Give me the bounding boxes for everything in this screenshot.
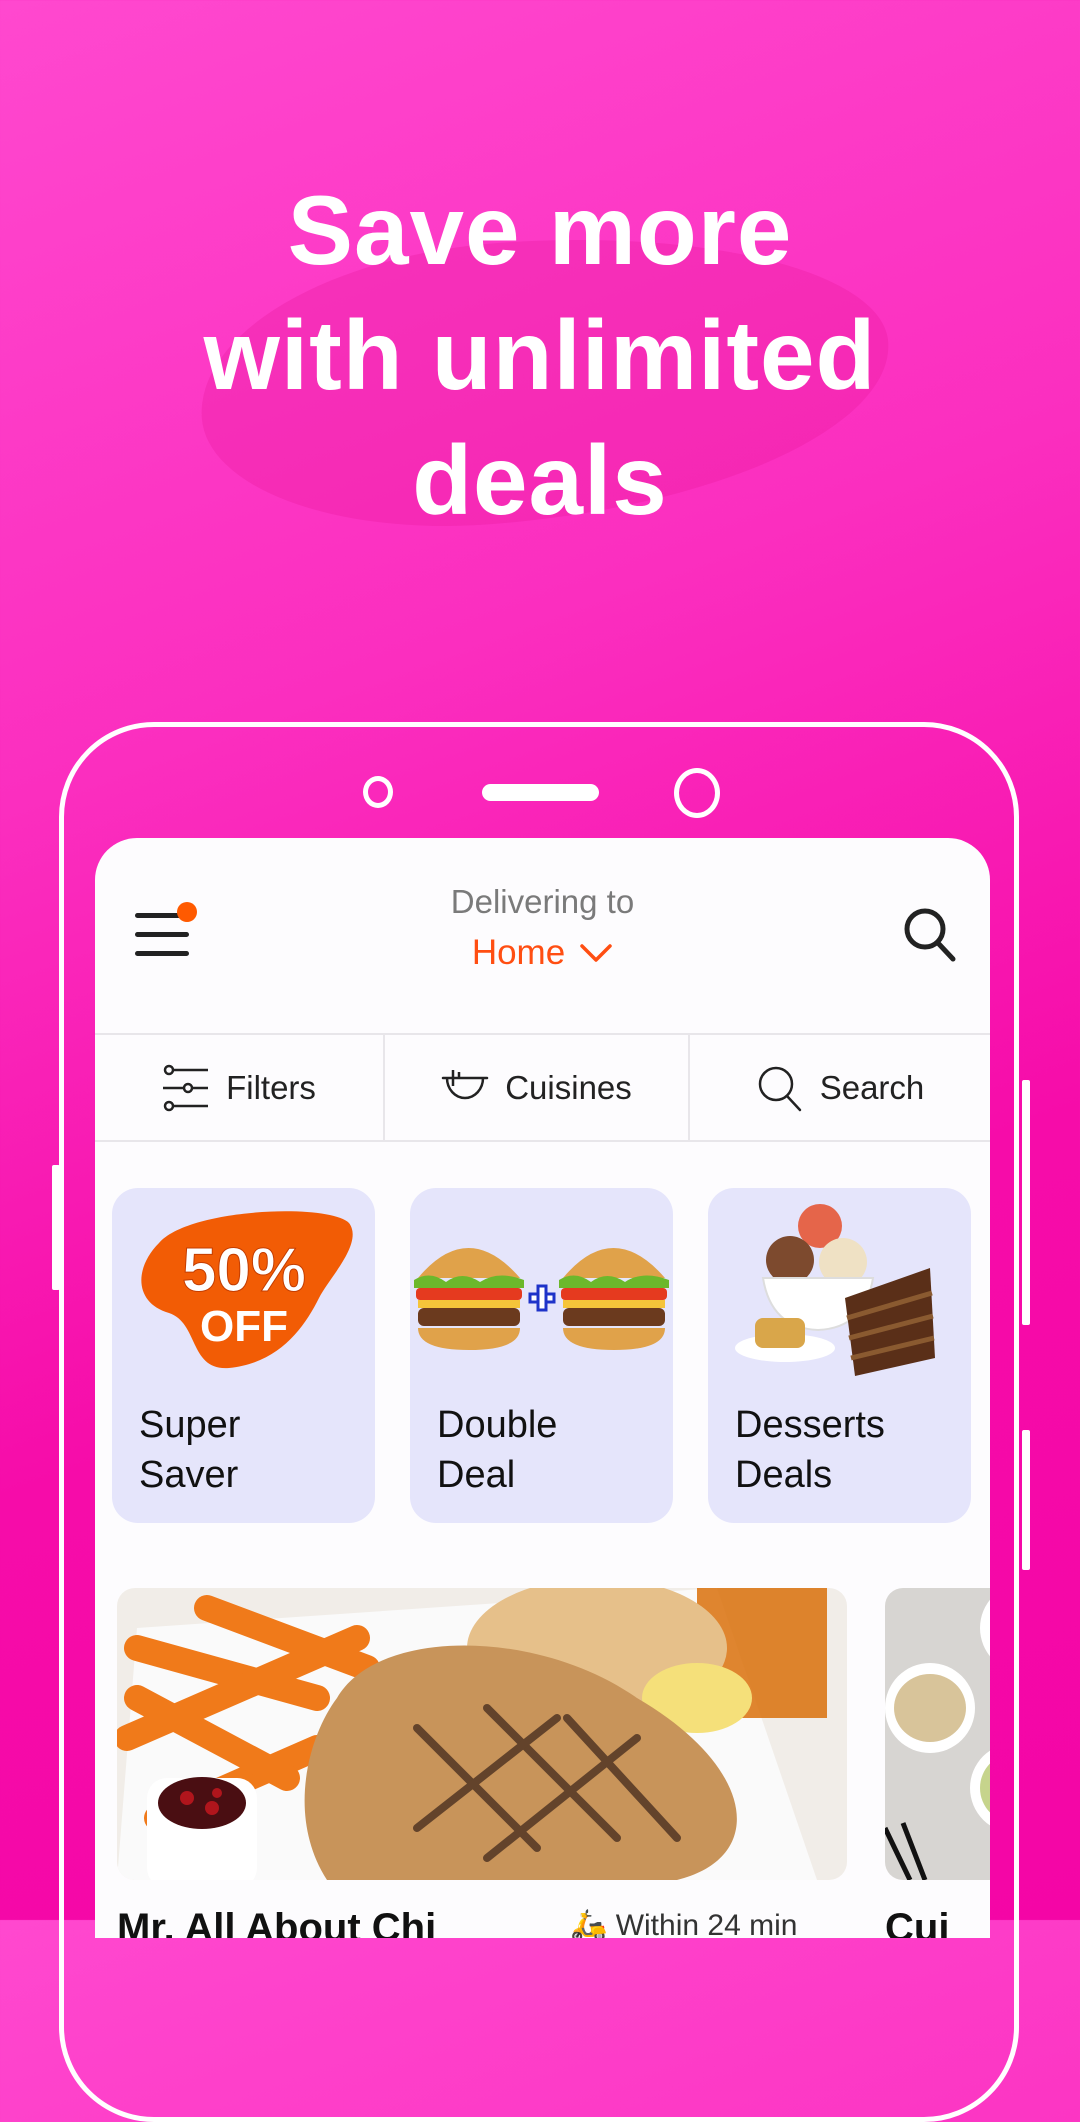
deal-card-title: Double Deal: [437, 1400, 657, 1500]
dessert-icon: [734, 1204, 935, 1376]
app-screen: Delivering to Home Filters Cuisines Sear…: [95, 838, 990, 1938]
noodles-image: [885, 1588, 990, 1880]
deal-title-line-2: Deals: [735, 1454, 833, 1496]
headline-line-3: deals: [412, 425, 668, 535]
phone-camera-icon: [674, 768, 720, 818]
search-icon: [758, 1066, 801, 1111]
promo-headline: Save more with unlimited deals: [0, 168, 1080, 543]
desserts-image: [708, 1188, 971, 1388]
deal-title-line-1: Super: [139, 1404, 241, 1446]
deal-title-line-2: Deal: [437, 1454, 516, 1496]
grilled-chicken-image: [117, 1588, 847, 1880]
phone-side-button-right-1: [1022, 1080, 1030, 1325]
tab-search[interactable]: Search: [688, 1035, 990, 1140]
tab-filters-label: Filters: [226, 1068, 316, 1106]
phone-sensor-icon: [363, 776, 393, 808]
burger-icon: [414, 1248, 669, 1350]
double-burger-image: [410, 1188, 673, 1388]
tab-filters[interactable]: Filters: [95, 1035, 383, 1140]
svg-text:OFF: OFF: [200, 1302, 288, 1351]
headline-line-1: Save more: [287, 175, 793, 285]
delivering-to-label: Delivering to: [450, 883, 635, 920]
sliders-icon: [163, 1064, 209, 1111]
restaurant-name[interactable]: Mr. All About Chi: [117, 1906, 436, 1938]
phone-speaker-icon: [482, 784, 599, 801]
app-header: Delivering to Home: [95, 838, 990, 1033]
deal-card-desserts[interactable]: Desserts Deals: [708, 1188, 971, 1523]
restaurant-card-image[interactable]: [885, 1588, 990, 1880]
fifty-percent-off-badge: 50% OFF: [112, 1188, 375, 1388]
toolbar-tabs: Filters Cuisines Search: [95, 1033, 990, 1142]
delivery-location: Delivering to Home: [95, 883, 990, 973]
location-selector[interactable]: Home: [472, 933, 613, 973]
tab-cuisines-label: Cuisines: [505, 1068, 632, 1106]
deal-card-double-deal[interactable]: Double Deal: [410, 1188, 673, 1523]
headline-line-2: with unlimited: [203, 300, 877, 410]
deal-card-title: Super Saver: [139, 1400, 359, 1500]
delivery-eta: 🛵 Within 24 min: [570, 1908, 797, 1938]
phone-side-button-right-2: [1022, 1430, 1030, 1570]
restaurant-name[interactable]: Cui: [885, 1906, 949, 1938]
restaurant-carousel: [117, 1588, 990, 1880]
svg-text:50%: 50%: [181, 1236, 305, 1305]
discount-badge-icon: 50% OFF: [140, 1211, 353, 1369]
phone-side-button-left: [52, 1165, 60, 1290]
tab-cuisines[interactable]: Cuisines: [383, 1035, 688, 1140]
location-name: Home: [471, 933, 566, 972]
deal-card-super-saver[interactable]: 50% OFF Super Saver: [112, 1188, 375, 1523]
deal-card-title: Desserts Deals: [735, 1400, 955, 1500]
bowl-icon: [441, 1069, 489, 1099]
deal-categories: 50% OFF Super Saver Double Deal Desserts…: [112, 1188, 971, 1523]
deal-title-line-2: Saver: [139, 1454, 239, 1496]
chevron-down-icon: [580, 944, 612, 962]
restaurant-card-image[interactable]: [117, 1588, 847, 1880]
deal-title-line-1: Desserts: [735, 1404, 885, 1446]
delivery-eta-text: Within 24 min: [615, 1909, 798, 1938]
search-icon[interactable]: [902, 906, 958, 964]
tab-search-label: Search: [819, 1068, 925, 1106]
deal-title-line-1: Double: [437, 1404, 558, 1446]
bike-icon: 🛵: [570, 1909, 608, 1938]
